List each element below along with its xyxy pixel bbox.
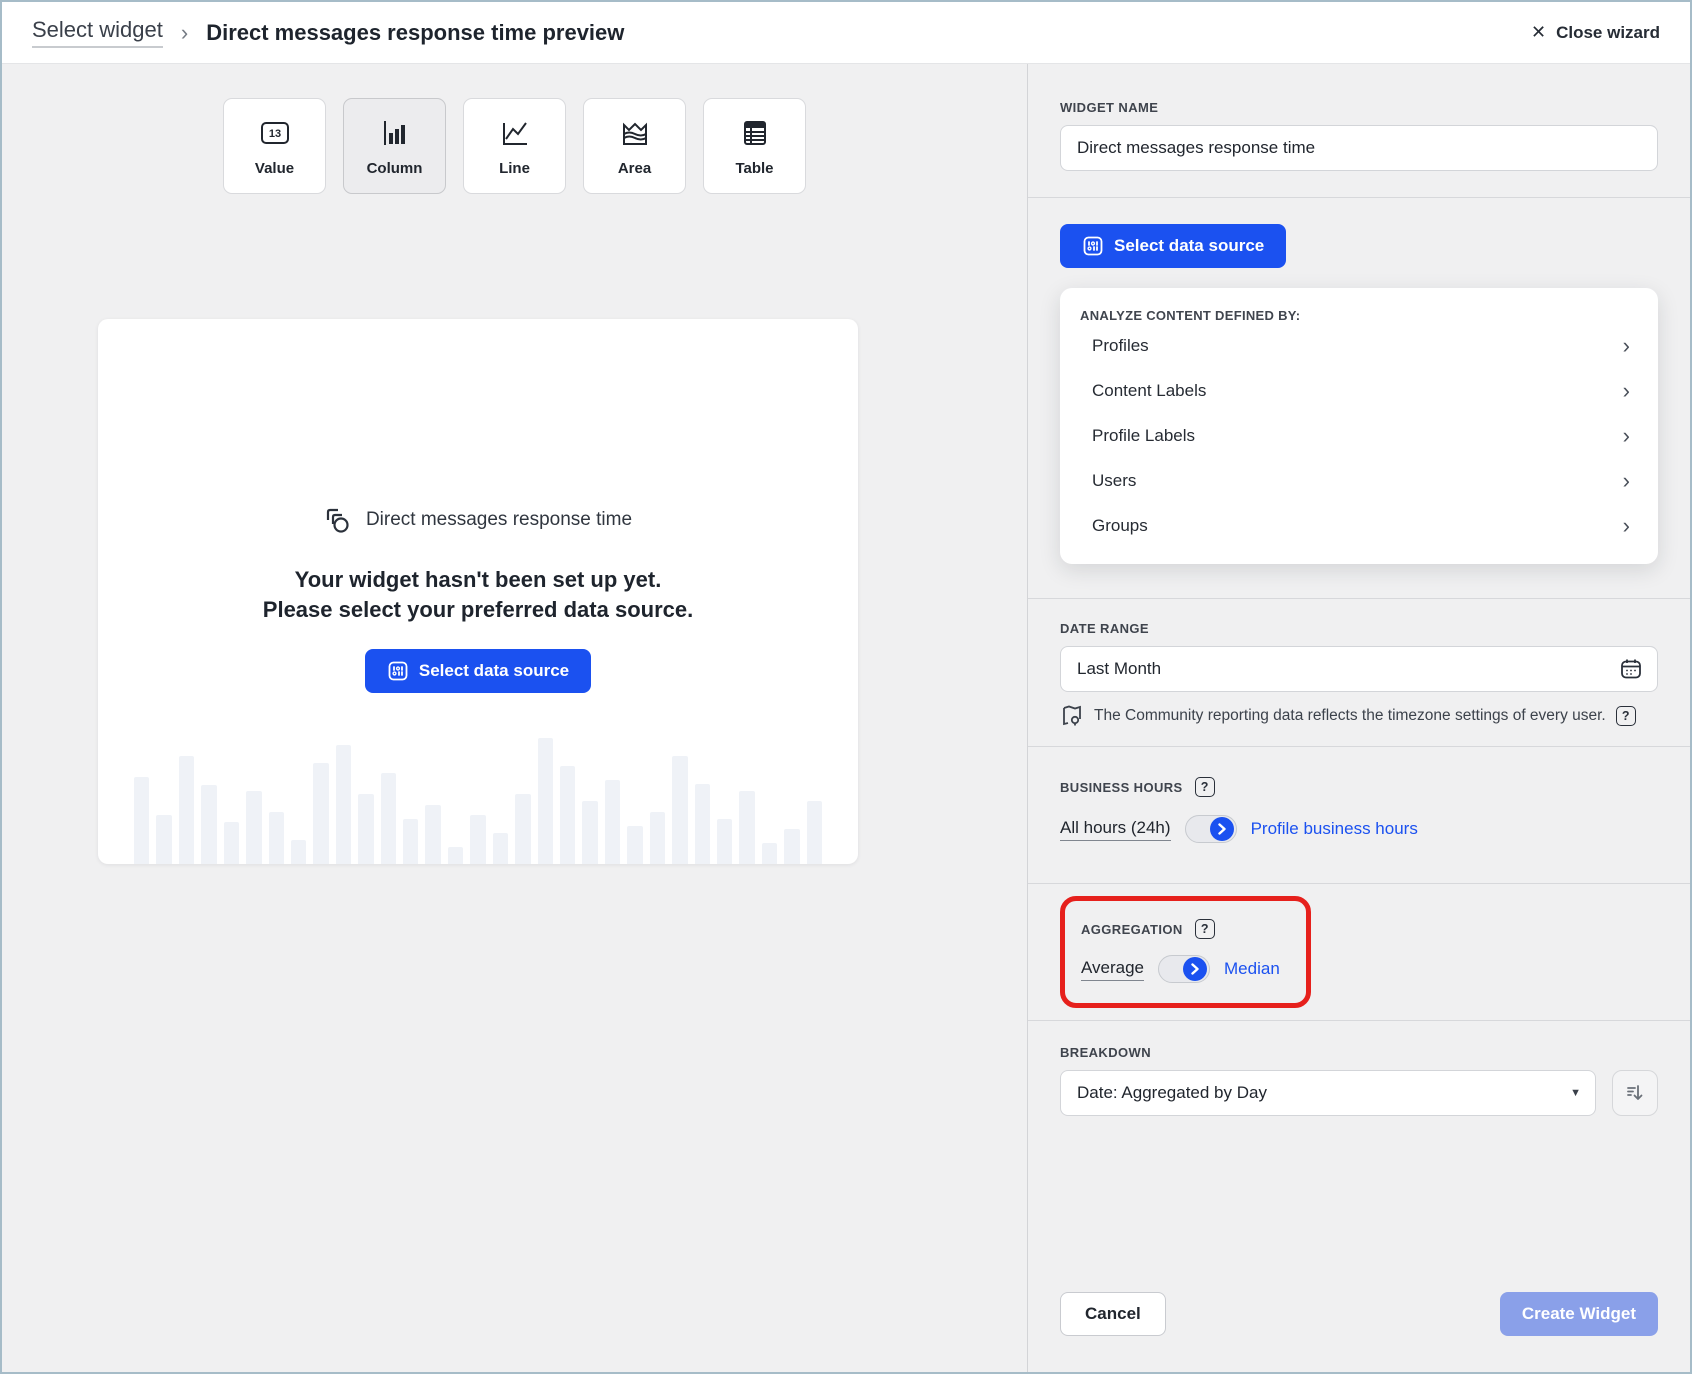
- widget-frames-icon: [324, 505, 354, 535]
- page-title: Direct messages response time preview: [206, 20, 624, 46]
- chevron-right-icon: ›: [1623, 380, 1630, 402]
- aggregation-toggle[interactable]: [1158, 955, 1210, 983]
- business-hours-toggle[interactable]: [1185, 815, 1237, 843]
- breakdown-section: BREAKDOWN Date: Aggregated by Day ▼: [1028, 1021, 1690, 1116]
- preview-widget-title: Direct messages response time: [366, 509, 632, 531]
- help-icon[interactable]: ?: [1195, 777, 1215, 797]
- widget-type-label: Column: [367, 160, 423, 177]
- help-icon[interactable]: ?: [1195, 919, 1215, 939]
- aggregation-label: AGGREGATION: [1081, 922, 1183, 937]
- aggregation-highlight: AGGREGATION ? Average Median: [1060, 896, 1311, 1008]
- median-option[interactable]: Median: [1224, 959, 1280, 979]
- profile-business-hours-option[interactable]: Profile business hours: [1251, 819, 1418, 839]
- aggregation-section: AGGREGATION ? Average Median: [1028, 884, 1690, 1020]
- option-label: Profile Labels: [1092, 426, 1195, 446]
- data-source-icon: [1082, 235, 1104, 257]
- close-wizard-label: Close wizard: [1556, 23, 1660, 43]
- business-hours-label: BUSINESS HOURS: [1060, 780, 1183, 795]
- select-data-source-label: Select data source: [1114, 236, 1264, 256]
- select-data-source-label: Select data source: [419, 661, 569, 681]
- option-label: Content Labels: [1092, 381, 1206, 401]
- data-source-section: Select data source ANALYZE CONTENT DEFIN…: [1028, 198, 1690, 598]
- data-source-dropdown: ANALYZE CONTENT DEFINED BY: Profiles › C…: [1060, 288, 1658, 564]
- wizard-header: Select widget › Direct messages response…: [2, 2, 1690, 64]
- widget-name-section: WIDGET NAME: [1028, 64, 1690, 197]
- date-range-select[interactable]: Last Month: [1060, 646, 1658, 692]
- all-hours-option[interactable]: All hours (24h): [1060, 818, 1171, 841]
- widget-type-label: Value: [255, 160, 294, 177]
- widget-type-column[interactable]: Column: [343, 98, 446, 194]
- table-icon: [742, 116, 768, 150]
- option-label: Groups: [1092, 516, 1148, 536]
- close-icon: ✕: [1531, 22, 1546, 43]
- widget-type-label: Line: [499, 160, 530, 177]
- wizard-actions: Cancel Create Widget: [1028, 1292, 1690, 1372]
- data-source-option-users[interactable]: Users ›: [1080, 458, 1638, 503]
- widget-type-value[interactable]: 13 Value: [223, 98, 326, 194]
- date-range-label: DATE RANGE: [1060, 621, 1658, 636]
- preview-empty-message: Your widget hasn't been set up yet. Plea…: [258, 565, 698, 625]
- calendar-icon: [1619, 657, 1643, 681]
- option-label: Users: [1092, 471, 1136, 491]
- option-label: Profiles: [1092, 336, 1149, 356]
- help-icon[interactable]: ?: [1616, 706, 1636, 726]
- widget-type-label: Area: [618, 160, 651, 177]
- breakdown-value: Date: Aggregated by Day: [1077, 1083, 1267, 1103]
- line-chart-icon: [500, 116, 530, 150]
- column-chart-icon: [381, 116, 409, 150]
- chevron-right-icon: ›: [1623, 515, 1630, 537]
- sort-order-button[interactable]: [1612, 1070, 1658, 1116]
- dropdown-header: ANALYZE CONTENT DEFINED BY:: [1080, 308, 1638, 323]
- data-source-option-profile-labels[interactable]: Profile Labels ›: [1080, 413, 1638, 458]
- chevron-right-icon: ›: [1623, 425, 1630, 447]
- business-hours-section: BUSINESS HOURS ? All hours (24h) Profile…: [1028, 747, 1690, 883]
- settings-panel: WIDGET NAME Select data sou: [1027, 64, 1690, 1372]
- close-wizard-button[interactable]: ✕ Close wizard: [1531, 22, 1660, 43]
- data-source-option-content-labels[interactable]: Content Labels ›: [1080, 368, 1638, 413]
- select-data-source-button-preview[interactable]: Select data source: [365, 649, 591, 693]
- widget-preview-card: Direct messages response time Your widge…: [98, 319, 858, 864]
- date-range-section: DATE RANGE Last Month: [1028, 599, 1690, 746]
- preview-pane: 13 Value Column: [2, 64, 1027, 1372]
- cancel-button[interactable]: Cancel: [1060, 1292, 1166, 1336]
- widget-type-label: Table: [735, 160, 773, 177]
- data-source-icon: [387, 660, 409, 682]
- widget-type-table[interactable]: Table: [703, 98, 806, 194]
- breakdown-label: BREAKDOWN: [1060, 1045, 1658, 1060]
- average-option[interactable]: Average: [1081, 958, 1144, 981]
- date-range-value: Last Month: [1077, 659, 1161, 679]
- timezone-note-text: The Community reporting data reflects th…: [1094, 707, 1606, 725]
- preview-empty-state: Direct messages response time Your widge…: [98, 319, 858, 864]
- caret-down-icon: ▼: [1570, 1087, 1581, 1099]
- breakdown-select[interactable]: Date: Aggregated by Day ▼: [1060, 1070, 1596, 1116]
- toggle-knob-chevron-icon: [1183, 957, 1207, 981]
- widget-type-selector: 13 Value Column: [2, 98, 1027, 194]
- data-source-option-groups[interactable]: Groups ›: [1080, 503, 1638, 548]
- breadcrumb-select-widget-link[interactable]: Select widget: [32, 17, 163, 48]
- data-source-option-profiles[interactable]: Profiles ›: [1080, 323, 1638, 368]
- widget-wizard-window: Select widget › Direct messages response…: [0, 0, 1692, 1374]
- widget-name-label: WIDGET NAME: [1060, 100, 1658, 115]
- create-widget-button[interactable]: Create Widget: [1500, 1292, 1658, 1336]
- widget-type-area[interactable]: Area: [583, 98, 686, 194]
- toggle-knob-chevron-icon: [1210, 817, 1234, 841]
- timezone-map-icon: [1060, 704, 1084, 728]
- timezone-note: The Community reporting data reflects th…: [1060, 704, 1658, 728]
- widget-type-line[interactable]: Line: [463, 98, 566, 194]
- svg-text:13: 13: [268, 128, 280, 140]
- wizard-body: 13 Value Column: [2, 64, 1690, 1372]
- area-chart-icon: [621, 116, 649, 150]
- chevron-right-icon: ›: [1623, 470, 1630, 492]
- select-data-source-button[interactable]: Select data source: [1060, 224, 1286, 268]
- widget-name-input[interactable]: [1060, 125, 1658, 171]
- chevron-right-icon: ›: [1623, 335, 1630, 357]
- value-13-icon: 13: [260, 116, 290, 150]
- breadcrumb-separator-icon: ›: [181, 20, 188, 46]
- breadcrumb: Select widget › Direct messages response…: [32, 17, 624, 48]
- sort-descending-icon: [1624, 1082, 1646, 1104]
